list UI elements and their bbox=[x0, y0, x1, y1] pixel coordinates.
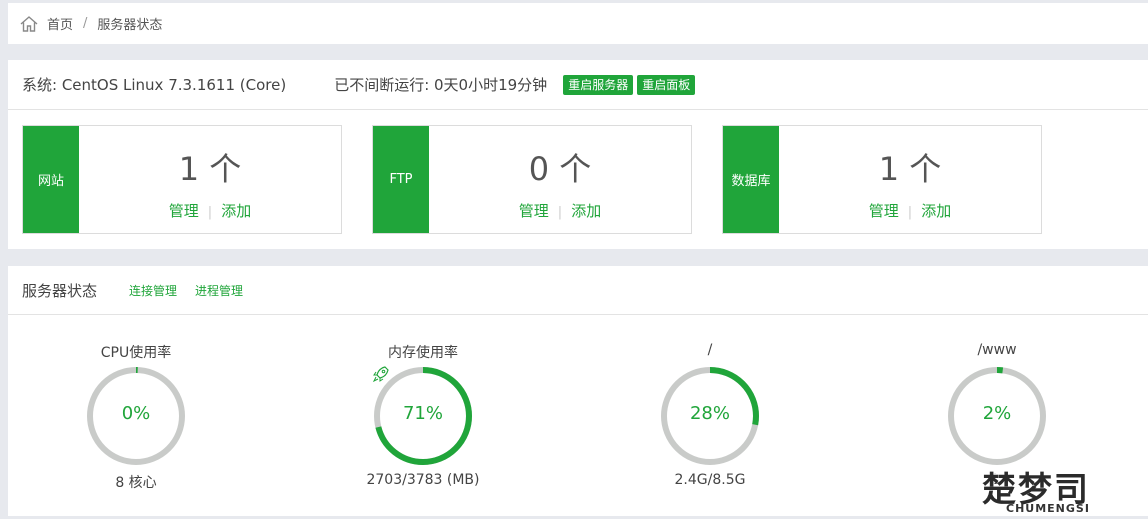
database-count: 1 个 bbox=[878, 150, 942, 188]
breadcrumb-separator: / bbox=[83, 16, 88, 31]
database-tag: 数据库 bbox=[723, 126, 779, 233]
website-add-link[interactable]: 添加 bbox=[221, 202, 251, 220]
website-manage-link[interactable]: 管理 bbox=[169, 202, 199, 220]
memory-gauge-value: 71% bbox=[402, 403, 443, 424]
rocket-icon[interactable] bbox=[371, 364, 391, 384]
ftp-tag: FTP bbox=[373, 126, 429, 233]
breadcrumb-current: 服务器状态 bbox=[97, 18, 163, 33]
watermark: 楚梦司 CHUMENGSI bbox=[978, 462, 1148, 519]
process-manage-link[interactable]: 进程管理 bbox=[195, 282, 243, 299]
website-links: 管理 | 添加 bbox=[79, 200, 341, 221]
website-tag: 网站 bbox=[23, 126, 79, 233]
link-divider: | bbox=[207, 205, 213, 220]
www-disk-gauge-label: /www bbox=[977, 342, 1017, 358]
www-disk-gauge-value: 2% bbox=[982, 403, 1012, 424]
server-status-panel: 服务器状态 连接管理 进程管理 CPU使用率 0% 8 核心 内存使用率 71%… bbox=[8, 266, 1148, 516]
website-count: 1 个 bbox=[178, 150, 242, 188]
server-status-header: 服务器状态 连接管理 进程管理 bbox=[8, 266, 1148, 315]
restart-panel-button[interactable]: 重启面板 bbox=[637, 74, 696, 95]
link-divider: | bbox=[557, 205, 563, 220]
ftp-card: FTP 0 个 管理 | 添加 bbox=[372, 125, 692, 234]
breadcrumb-home[interactable]: 首页 bbox=[47, 14, 73, 33]
cpu-gauge-detail: 8 核心 bbox=[115, 475, 157, 491]
system-header: 系统: CentOS Linux 7.3.1611 (Core) 已不间断运行:… bbox=[8, 60, 1148, 110]
restart-server-button[interactable]: 重启服务器 bbox=[563, 74, 634, 95]
system-panel: 系统: CentOS Linux 7.3.1611 (Core) 已不间断运行:… bbox=[8, 60, 1148, 249]
database-add-link[interactable]: 添加 bbox=[921, 202, 951, 220]
ftp-links: 管理 | 添加 bbox=[429, 200, 691, 221]
uptime-info: 已不间断运行: 0天0小时19分钟 bbox=[334, 76, 548, 94]
home-icon[interactable] bbox=[19, 14, 39, 34]
cpu-gauge-value: 0% bbox=[121, 403, 151, 424]
database-links: 管理 | 添加 bbox=[779, 200, 1041, 221]
ftp-count: 0 个 bbox=[528, 150, 592, 188]
database-card: 数据库 1 个 管理 | 添加 bbox=[722, 125, 1042, 234]
memory-gauge-label: 内存使用率 bbox=[388, 345, 458, 361]
ftp-manage-link[interactable]: 管理 bbox=[519, 202, 549, 220]
memory-gauge-detail: 2703/3783 (MB) bbox=[366, 472, 480, 488]
ftp-add-link[interactable]: 添加 bbox=[571, 202, 601, 220]
connection-manage-link[interactable]: 连接管理 bbox=[129, 282, 177, 299]
root-disk-gauge-detail: 2.4G/8.5G bbox=[674, 472, 746, 488]
watermark-english: CHUMENGSI bbox=[1006, 502, 1090, 515]
root-disk-gauge-value: 28% bbox=[689, 403, 730, 424]
website-card: 网站 1 个 管理 | 添加 bbox=[22, 125, 342, 234]
root-disk-gauge-label: / bbox=[707, 342, 713, 358]
database-manage-link[interactable]: 管理 bbox=[869, 202, 899, 220]
os-info: 系统: CentOS Linux 7.3.1611 (Core) bbox=[22, 76, 287, 94]
link-divider: | bbox=[907, 205, 913, 220]
server-status-title: 服务器状态 bbox=[22, 281, 98, 300]
cpu-gauge-label: CPU使用率 bbox=[100, 345, 172, 361]
breadcrumb: 首页 / 服务器状态 bbox=[8, 3, 1148, 44]
